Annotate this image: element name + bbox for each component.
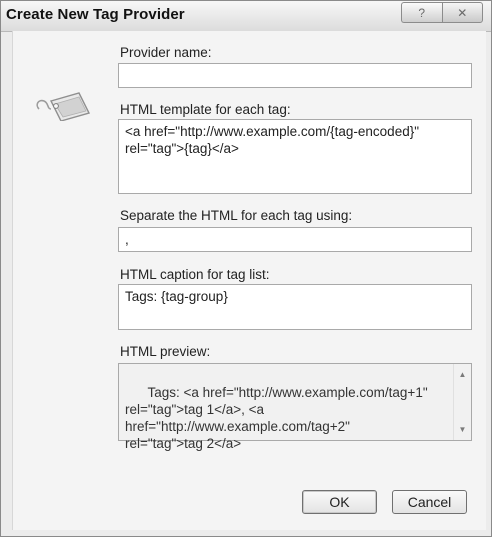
- help-button[interactable]: ?: [401, 2, 442, 23]
- ok-button[interactable]: OK: [302, 490, 377, 514]
- dialog-body: Provider name: HTML template for each ta…: [12, 31, 486, 530]
- separator-label: Separate the HTML for each tag using:: [120, 208, 353, 223]
- preview-label: HTML preview:: [120, 344, 211, 359]
- tag-icon: [35, 87, 93, 126]
- separator-input[interactable]: ,: [118, 227, 472, 252]
- close-button[interactable]: ✕: [441, 2, 483, 23]
- preview-text: Tags: <a href="http://www.example.com/ta…: [125, 385, 428, 451]
- caption-label: HTML caption for tag list:: [120, 267, 270, 282]
- provider-name-label: Provider name:: [120, 45, 212, 60]
- scroll-down-icon[interactable]: ▼: [454, 421, 471, 438]
- caption-buttons: ? ✕: [401, 2, 483, 23]
- provider-name-input[interactable]: [118, 63, 472, 88]
- dialog-window: Create New Tag Provider ? ✕ Provider nam…: [0, 0, 492, 537]
- title-bar: Create New Tag Provider ? ✕: [1, 1, 491, 32]
- scroll-up-icon[interactable]: ▲: [454, 366, 471, 383]
- dialog-title: Create New Tag Provider: [6, 6, 185, 23]
- html-template-label: HTML template for each tag:: [120, 102, 291, 117]
- html-template-textarea[interactable]: <a href="http://www.example.com/{tag-enc…: [118, 119, 472, 194]
- cancel-button[interactable]: Cancel: [392, 490, 467, 514]
- preview-scrollbar[interactable]: ▲ ▼: [453, 364, 471, 440]
- help-icon: ?: [418, 5, 426, 20]
- caption-textarea[interactable]: Tags: {tag-group}: [118, 284, 472, 330]
- preview-textarea[interactable]: Tags: <a href="http://www.example.com/ta…: [118, 363, 472, 451]
- close-icon: ✕: [457, 5, 468, 20]
